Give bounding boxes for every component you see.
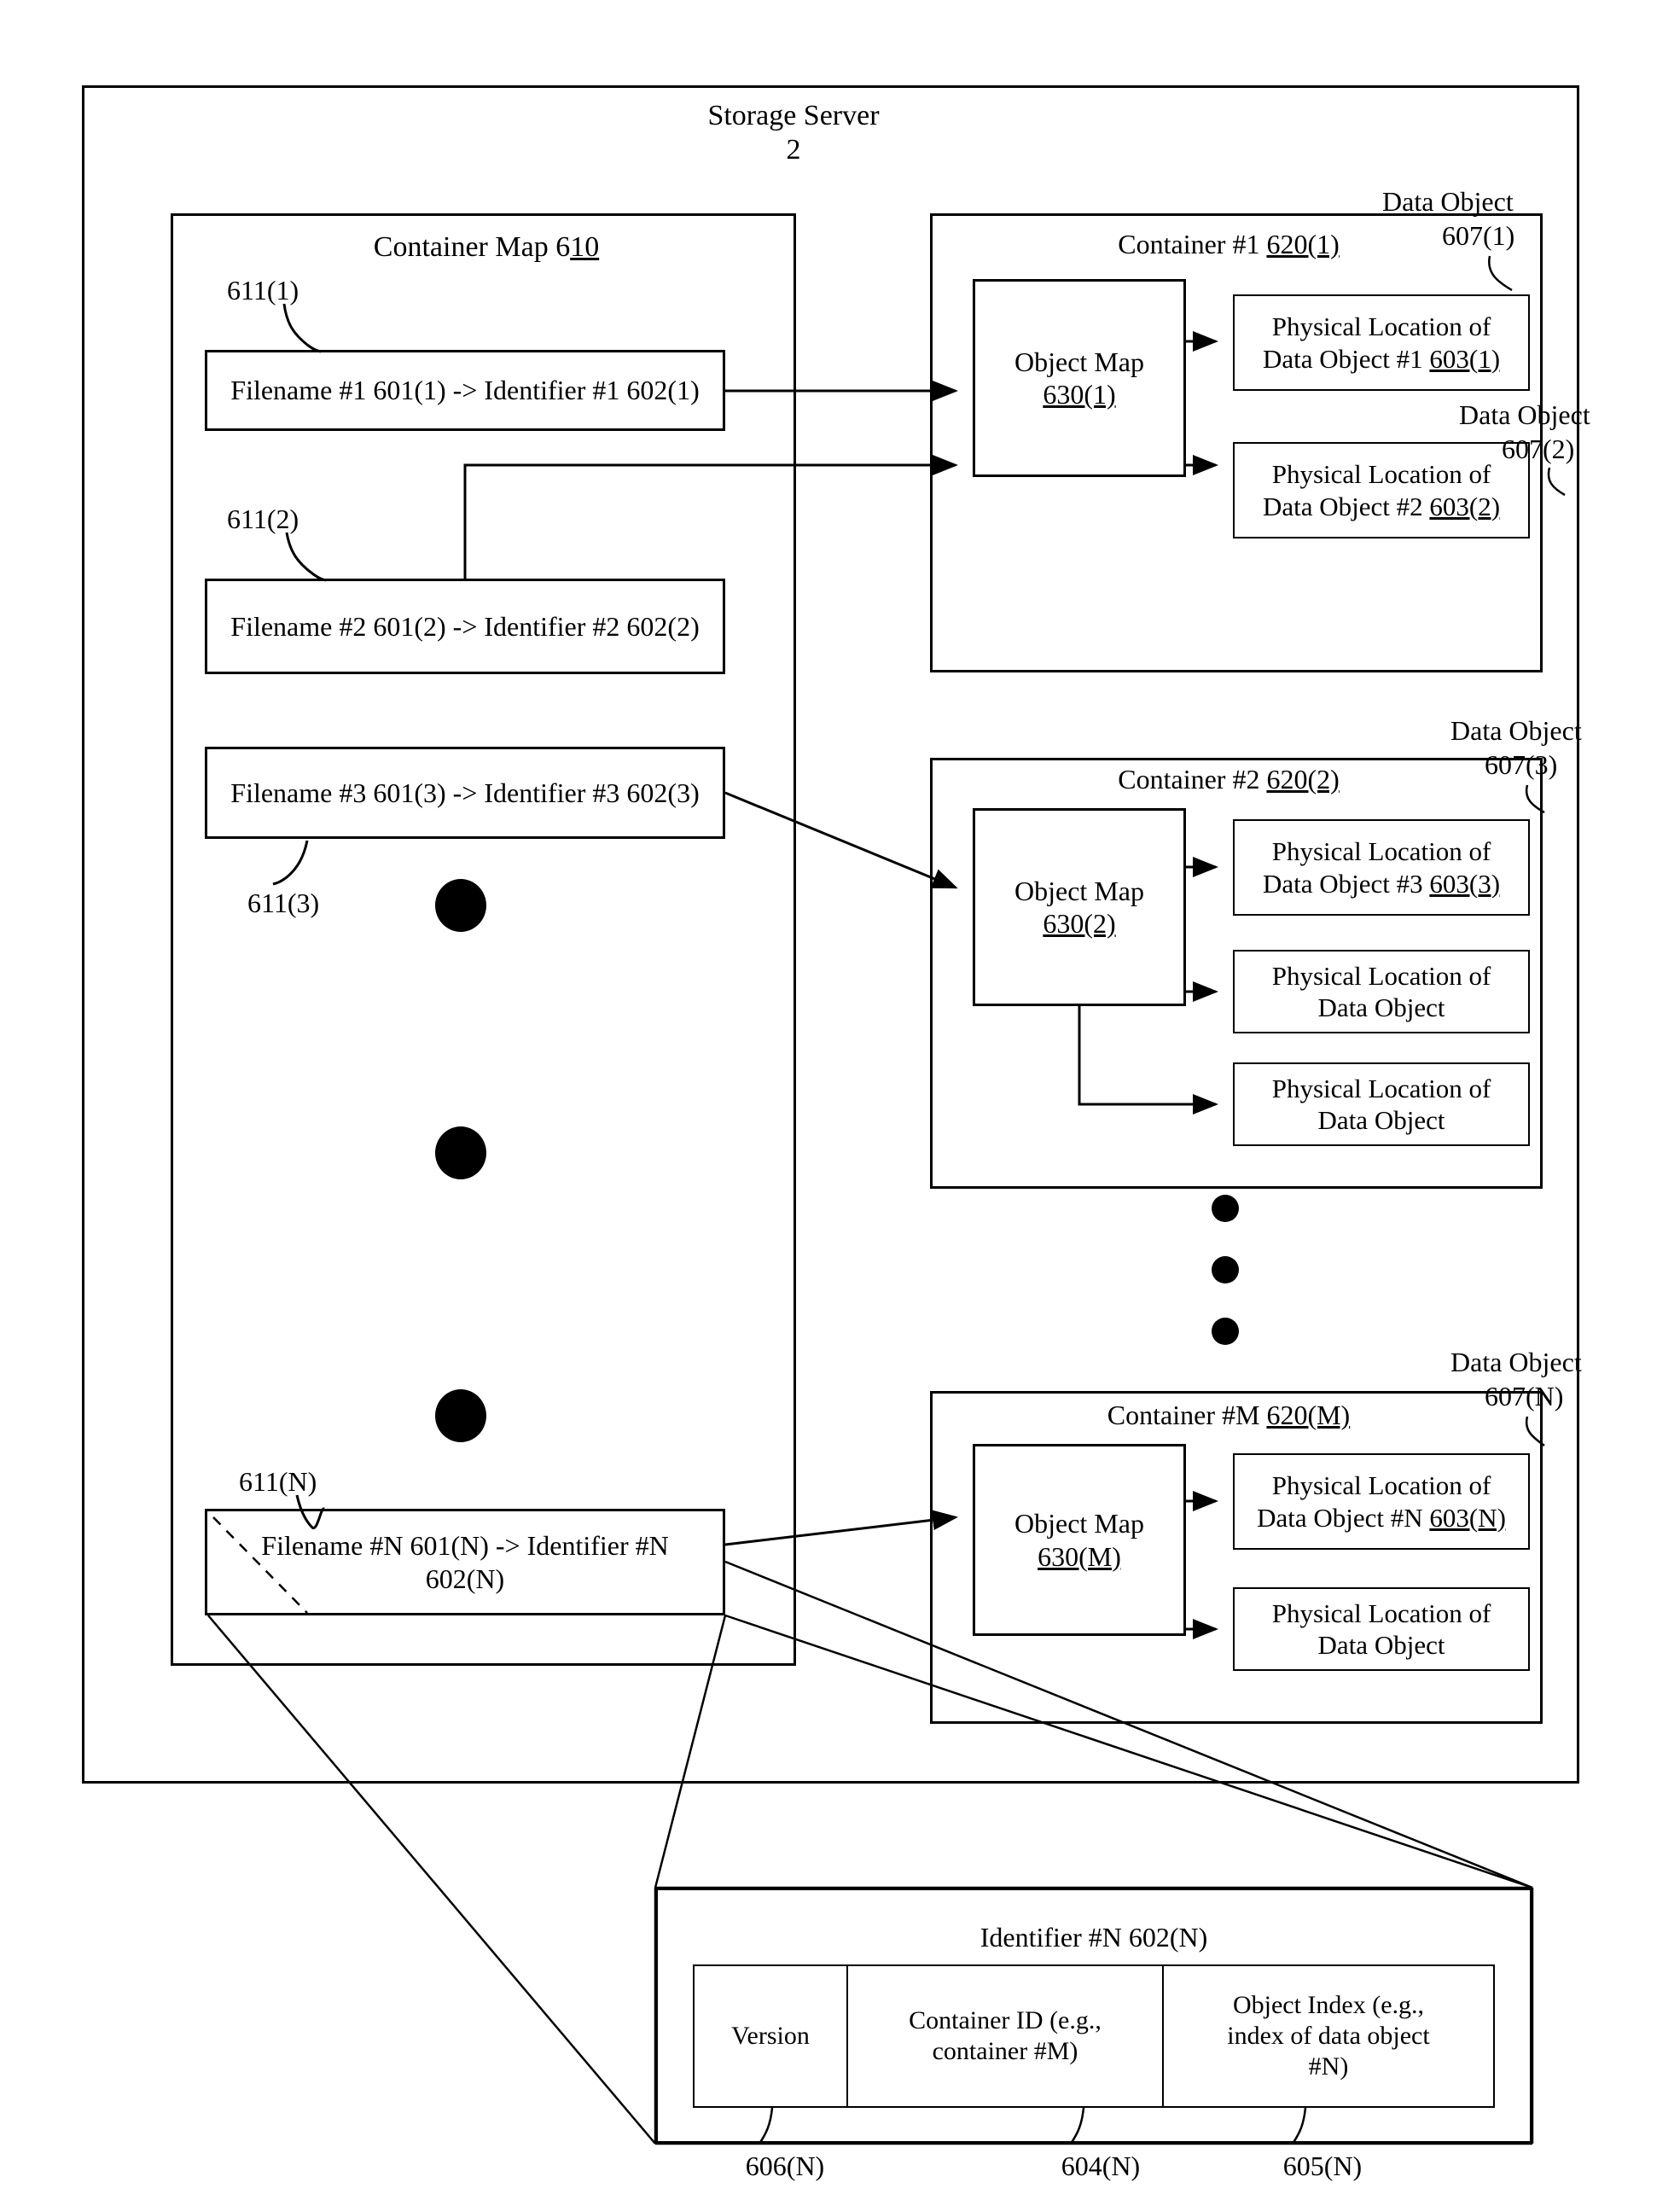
object-map-630-1-label: Object Map [1014, 346, 1144, 377]
physical-location-603-2-line2-ref: 603(2) [1429, 491, 1501, 521]
ellipsis-dot-containers-2 [1212, 1256, 1239, 1283]
object-map-630-1[interactable]: Object Map 630(1) [973, 279, 1186, 477]
container-map-title: Container Map 610 [324, 230, 648, 264]
data-object-callout-1-ref: 607(1) [1442, 220, 1515, 251]
physical-location-cM-generic-1-line1: Physical Location of [1271, 1598, 1491, 1628]
physical-location-603-3-line2: Data Object #3 603(3) [1263, 868, 1500, 899]
identifier-field-object-index[interactable]: Object Index (e.g., index of data object… [1164, 1966, 1493, 2106]
physical-location-603-1-line2-prefix: Data Object #1 [1262, 343, 1430, 374]
identifier-field-version[interactable]: Version [695, 1966, 848, 2106]
identifier-field-container-id-line1: Container ID (e.g., [909, 2006, 1102, 2034]
object-map-630-2-ref: 630(2) [1043, 908, 1116, 939]
identifier-detail-title: Identifier #N 602(N) [980, 1922, 1208, 1953]
identifier-field-container-id-ref: 604(N) [1061, 2151, 1141, 2181]
patent-figure-canvas: Storage Server 2 Container Map 610 611(1… [0, 0, 1680, 2200]
physical-location-603-2[interactable]: Physical Location of Data Object #2 603(… [1233, 442, 1530, 538]
container-2-title: Container #2 620(2) [1037, 764, 1421, 795]
physical-location-603-N-line2: Data Object #N 603(N) [1257, 1502, 1506, 1534]
identifier-field-object-index-ref: 605(N) [1282, 2151, 1363, 2181]
physical-location-c2-generic-2[interactable]: Physical Location of Data Object [1233, 1062, 1530, 1146]
object-map-630-M-label: Object Map [1014, 1508, 1144, 1539]
physical-location-603-3-line1: Physical Location of [1271, 836, 1491, 867]
container-1-title-ref: 620(1) [1266, 229, 1340, 259]
container-map-entry-2[interactable]: Filename #2 601(2) -> Identifier #2 602(… [205, 579, 725, 674]
physical-location-603-2-line2: Data Object #2 603(2) [1263, 491, 1500, 522]
physical-location-603-3-line2-ref: 603(3) [1429, 868, 1501, 899]
container-1-title: Container #1 620(1) [1037, 229, 1421, 260]
container-map-panel [171, 213, 796, 1666]
ellipsis-dot-containers-3 [1212, 1318, 1239, 1345]
data-object-callout-1-label: Data Object [1382, 186, 1514, 217]
ellipsis-dot-map-1 [435, 879, 486, 932]
physical-location-603-N-line2-prefix: Data Object #N [1257, 1502, 1430, 1533]
storage-server-title-line2: 2 [786, 134, 801, 166]
physical-location-603-3-line2-prefix: Data Object #3 [1262, 868, 1430, 899]
object-map-630-2[interactable]: Object Map 630(2) [973, 808, 1186, 1006]
physical-location-603-1-line2-ref: 603(1) [1429, 343, 1501, 374]
physical-location-603-1-line2: Data Object #1 603(1) [1263, 343, 1500, 375]
entry-ref-611-3: 611(3) [247, 888, 320, 918]
container-map-title-prefix: Container Map 6 [373, 231, 571, 263]
data-object-callout-3-ref: 607(3) [1485, 749, 1558, 780]
container-M-title-prefix: Container #M [1107, 1400, 1267, 1430]
identifier-field-version-ref: 606(N) [745, 2151, 825, 2181]
data-object-callout-N-label: Data Object [1450, 1347, 1582, 1377]
identifier-field-object-index-line2: index of data object [1227, 2022, 1430, 2050]
container-map-entry-N-text-line2: 602(N) [425, 1563, 505, 1594]
identifier-field-container-id-line2: container #M) [932, 2037, 1078, 2065]
entry-ref-611-1: 611(1) [227, 275, 299, 306]
object-map-630-M[interactable]: Object Map 630(M) [973, 1444, 1186, 1636]
physical-location-603-2-line2-prefix: Data Object #2 [1262, 491, 1430, 521]
physical-location-603-N[interactable]: Physical Location of Data Object #N 603(… [1233, 1453, 1530, 1550]
ellipsis-dot-map-3 [435, 1389, 486, 1442]
data-object-callout-N-ref: 607(N) [1485, 1381, 1564, 1411]
physical-location-c2-generic-1-line2: Data Object [1317, 992, 1445, 1022]
physical-location-c2-generic-1-line1: Physical Location of [1271, 960, 1491, 991]
physical-location-c2-generic-2-line1: Physical Location of [1271, 1073, 1491, 1103]
physical-location-603-N-line2-ref: 603(N) [1429, 1502, 1506, 1533]
physical-location-cM-generic-1-line2: Data Object [1317, 1630, 1445, 1660]
identifier-field-object-index-line1: Object Index (e.g., [1232, 1991, 1425, 2019]
container-map-entry-1[interactable]: Filename #1 601(1) -> Identifier #1 602(… [205, 350, 725, 431]
container-map-entry-3[interactable]: Filename #3 601(3) -> Identifier #3 602(… [205, 747, 725, 839]
container-2-title-ref: 620(2) [1266, 764, 1340, 794]
entry-ref-611-2: 611(2) [227, 503, 299, 534]
container-map-entry-3-text: Filename #3 601(3) -> Identifier #3 602(… [230, 777, 700, 808]
container-1-title-prefix: Container #1 [1118, 229, 1267, 259]
physical-location-603-1-line1: Physical Location of [1271, 311, 1491, 342]
physical-location-603-3[interactable]: Physical Location of Data Object #3 603(… [1233, 819, 1530, 916]
container-map-entry-1-text: Filename #1 601(1) -> Identifier #1 602(… [230, 375, 700, 406]
data-object-callout-2-ref: 607(2) [1502, 434, 1575, 464]
data-object-callout-2-label: Data Object [1459, 399, 1590, 430]
container-M-title: Container #M 620(M) [1037, 1400, 1421, 1431]
data-object-callout-3-label: Data Object [1450, 715, 1582, 746]
object-map-630-1-ref: 630(1) [1043, 379, 1116, 410]
physical-location-603-2-line1: Physical Location of [1271, 459, 1491, 490]
container-map-title-ref: 10 [570, 231, 600, 263]
container-2-title-prefix: Container #2 [1118, 764, 1267, 794]
identifier-field-version-line1: Version [731, 2022, 810, 2050]
identifier-detail-fields-row: Version Container ID (e.g., container #M… [693, 1964, 1495, 2108]
container-map-entry-N[interactable]: Filename #N 601(N) -> Identifier #N 602(… [205, 1509, 725, 1615]
container-M-title-ref: 620(M) [1266, 1400, 1351, 1430]
ellipsis-dot-containers-1 [1212, 1195, 1239, 1222]
storage-server-title-line1: Storage Server [707, 100, 880, 131]
physical-location-cM-generic-1[interactable]: Physical Location of Data Object [1233, 1587, 1530, 1671]
physical-location-603-1[interactable]: Physical Location of Data Object #1 603(… [1233, 294, 1530, 391]
identifier-field-container-id[interactable]: Container ID (e.g., container #M) [848, 1966, 1164, 2106]
container-map-entry-N-text-line1: Filename #N 601(N) -> Identifier #N [261, 1530, 669, 1562]
ellipsis-dot-map-2 [435, 1126, 486, 1179]
object-map-630-2-label: Object Map [1014, 875, 1144, 906]
container-map-entry-2-text: Filename #2 601(2) -> Identifier #2 602(… [230, 610, 700, 642]
physical-location-603-N-line1: Physical Location of [1271, 1470, 1491, 1501]
identifier-field-object-index-line3: #N) [1308, 2052, 1349, 2081]
physical-location-c2-generic-2-line2: Data Object [1317, 1105, 1445, 1135]
physical-location-c2-generic-1[interactable]: Physical Location of Data Object [1233, 950, 1530, 1033]
object-map-630-M-ref: 630(M) [1038, 1540, 1121, 1572]
entry-ref-611-N: 611(N) [239, 1466, 317, 1497]
